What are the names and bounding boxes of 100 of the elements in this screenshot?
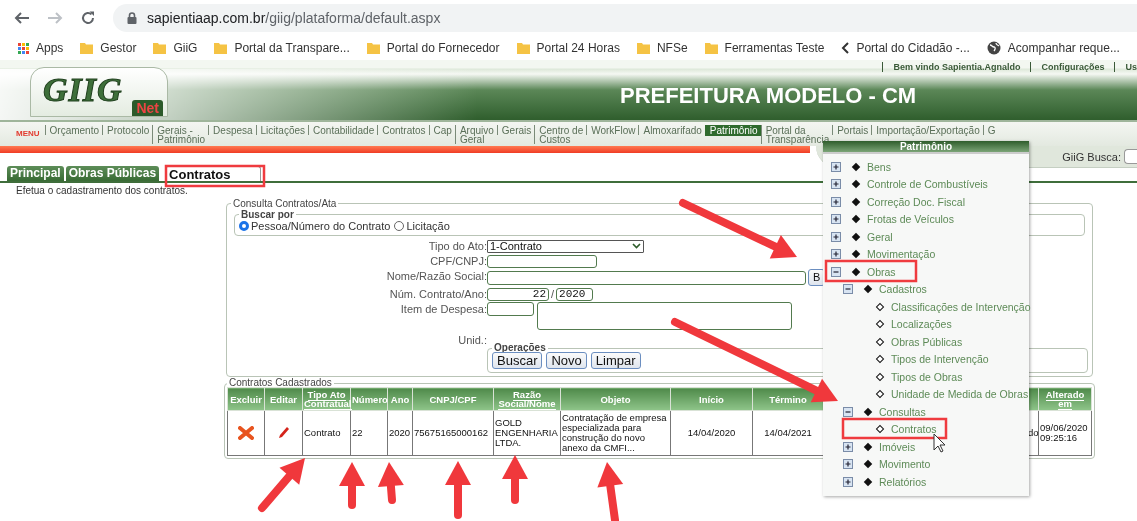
header-link[interactable]: Configurações [1030,62,1115,72]
bookmark-link[interactable]: NFSe [656,41,688,55]
expand-icon[interactable] [831,214,841,225]
bullet-icon [851,215,861,224]
collapse-icon[interactable] [843,284,853,295]
expand-icon[interactable] [831,179,841,190]
column-header[interactable]: Início [670,387,753,411]
bookmark-link[interactable]: GiiG [173,41,198,55]
radio-button[interactable] [239,221,249,231]
expand-icon[interactable] [831,161,841,172]
collapse-icon[interactable] [831,266,841,277]
delete-icon[interactable] [238,426,254,440]
menu-item[interactable]: Contratos [891,423,937,436]
expand-icon[interactable] [831,249,841,260]
menu-item[interactable]: Relatórios [879,475,927,488]
action-button[interactable]: Limpar [590,352,641,369]
menu-item[interactable]: Centro de Custos [534,125,587,144]
search-field[interactable] [1124,149,1137,164]
folder-icon [80,42,94,54]
bookmark-link[interactable]: Portal do Cidadão -... [856,41,970,55]
menu-item[interactable]: Movimento [879,458,931,471]
annotation-arrow [258,458,305,512]
field-label: Tipo do Ato: [427,239,487,253]
select-field[interactable]: 1-Contrato [487,239,644,253]
menu-item[interactable]: Correção Doc. Fiscal [867,195,966,208]
back-icon[interactable] [14,10,30,26]
tab[interactable]: Principal [7,166,64,181]
menu-item[interactable]: Protocolo [102,125,153,135]
field-label: Item de Despesa: [399,302,487,316]
menu-item[interactable]: Unidade de Medida de Obras [891,388,1029,401]
pencil-icon[interactable] [277,426,290,440]
menu-item[interactable]: Frotas de Veículos [867,213,954,226]
menu-item[interactable]: Geral [867,230,893,243]
expand-icon[interactable] [843,441,853,452]
column-header[interactable]: Razão Social/Nome [493,387,561,411]
bookmark-link[interactable]: Portal do Fornecedor [386,41,500,55]
expand-icon[interactable] [843,476,853,487]
radio-button[interactable] [394,221,405,231]
expand-icon[interactable] [831,196,841,207]
menu-item[interactable]: Licitações [255,125,309,135]
menu-item[interactable]: Obras Públicas [891,335,963,348]
input-field[interactable] [487,254,597,268]
field-label: CPF/CNPJ: [429,254,487,268]
column-header[interactable]: Editar [264,387,303,411]
menu-item[interactable]: Tipos de Obras [891,370,963,383]
menu-item[interactable]: Gerais - Patrimônio [152,125,209,144]
menu-item[interactable]: Orçamento [44,125,103,135]
cursor-icon [933,433,946,453]
tab[interactable]: Obras Públicas [65,166,160,181]
reload-icon[interactable] [80,10,96,26]
column-header[interactable]: CNPJ/CPF [412,387,494,411]
radio-label[interactable]: Pessoa/Número do Contrato [251,220,391,232]
bookmark-link[interactable]: Gestor [100,41,137,55]
menu-item[interactable]: Importação/Exportação [871,125,983,135]
menu-item[interactable]: Localizações [891,318,952,331]
menu-item[interactable]: Bens [867,160,891,173]
text-area[interactable] [537,302,792,330]
bookmark-link[interactable]: Portal da Transpare... [234,41,350,55]
input-field[interactable] [487,302,534,316]
menu-item[interactable]: Obras [867,265,896,278]
menu-item[interactable]: Imóveis [879,440,916,453]
expand-icon[interactable] [831,231,841,242]
radio-label[interactable]: Licitação [406,220,450,232]
collapse-icon[interactable] [843,406,853,417]
menu-item[interactable]: Cadastros [879,283,927,296]
header-link[interactable]: Us [1114,62,1137,72]
menu-item[interactable]: Despesa [208,125,256,135]
bookmark-link[interactable]: Acompanhar reque... [1007,41,1120,55]
bookmark-link[interactable]: Apps [36,41,64,55]
column-header[interactable]: Ano [387,387,413,411]
action-button[interactable]: Buscar [492,352,543,369]
menu-item[interactable]: Classificações de Intervenção [891,300,1031,313]
column-header[interactable]: Alterado em [1038,387,1092,411]
bookmark-link[interactable]: Ferramentas Teste [724,41,825,55]
menu-item[interactable]: Portais [832,125,872,135]
menu-item[interactable]: Arquivo Geral [454,125,497,144]
bullet-icon [851,267,861,276]
input-field[interactable] [487,270,806,285]
menu-item[interactable]: Movimentação [867,248,936,261]
menu-item[interactable]: Contabilidade [308,125,378,135]
menu-item[interactable]: Cap [428,125,455,135]
address-text[interactable]: sapientiaap.com.br/giig/plataforma/default.aspx [147,10,441,26]
menu-item[interactable]: Consultas [879,405,926,418]
menu-title: Patrimônio [823,141,1029,154]
action-button[interactable]: Novo [546,352,587,369]
menu-item[interactable]: WorkFlow [586,125,639,135]
menu-item[interactable]: G [982,125,999,135]
menu-item[interactable]: Almoxarifado [638,125,705,135]
menu-item[interactable]: Tipos de Intervenção [891,353,989,366]
column-header[interactable]: Objeto [560,387,671,411]
menu-item[interactable]: Gerais [496,125,535,135]
column-header[interactable]: Excluir [227,387,265,411]
menu-item[interactable]: Contratos [377,125,429,135]
input-field[interactable]: 2020 [556,287,594,301]
menu-item[interactable]: Patrimônio [704,125,761,136]
separator-text: / [551,288,555,300]
menu-item[interactable]: Controle de Combustíveis [867,178,988,191]
input-field[interactable]: 22 [487,287,549,301]
expand-icon[interactable] [843,459,853,470]
bookmark-link[interactable]: Portal 24 Horas [536,41,620,55]
